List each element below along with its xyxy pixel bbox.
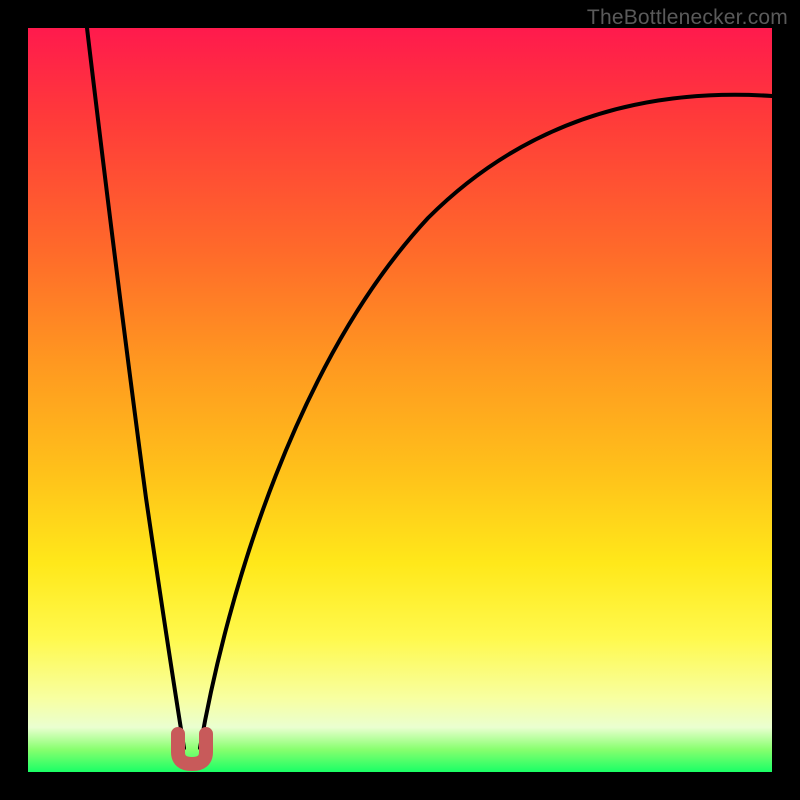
watermark-text: TheBottlenecker.com	[587, 6, 788, 30]
chart-frame: TheBottlenecker.com	[0, 0, 800, 800]
chart-plot-area	[28, 28, 772, 772]
curve-layer	[28, 28, 772, 772]
curve-left-branch	[87, 28, 184, 748]
optimal-marker	[178, 734, 206, 764]
curve-right-branch	[200, 95, 772, 748]
